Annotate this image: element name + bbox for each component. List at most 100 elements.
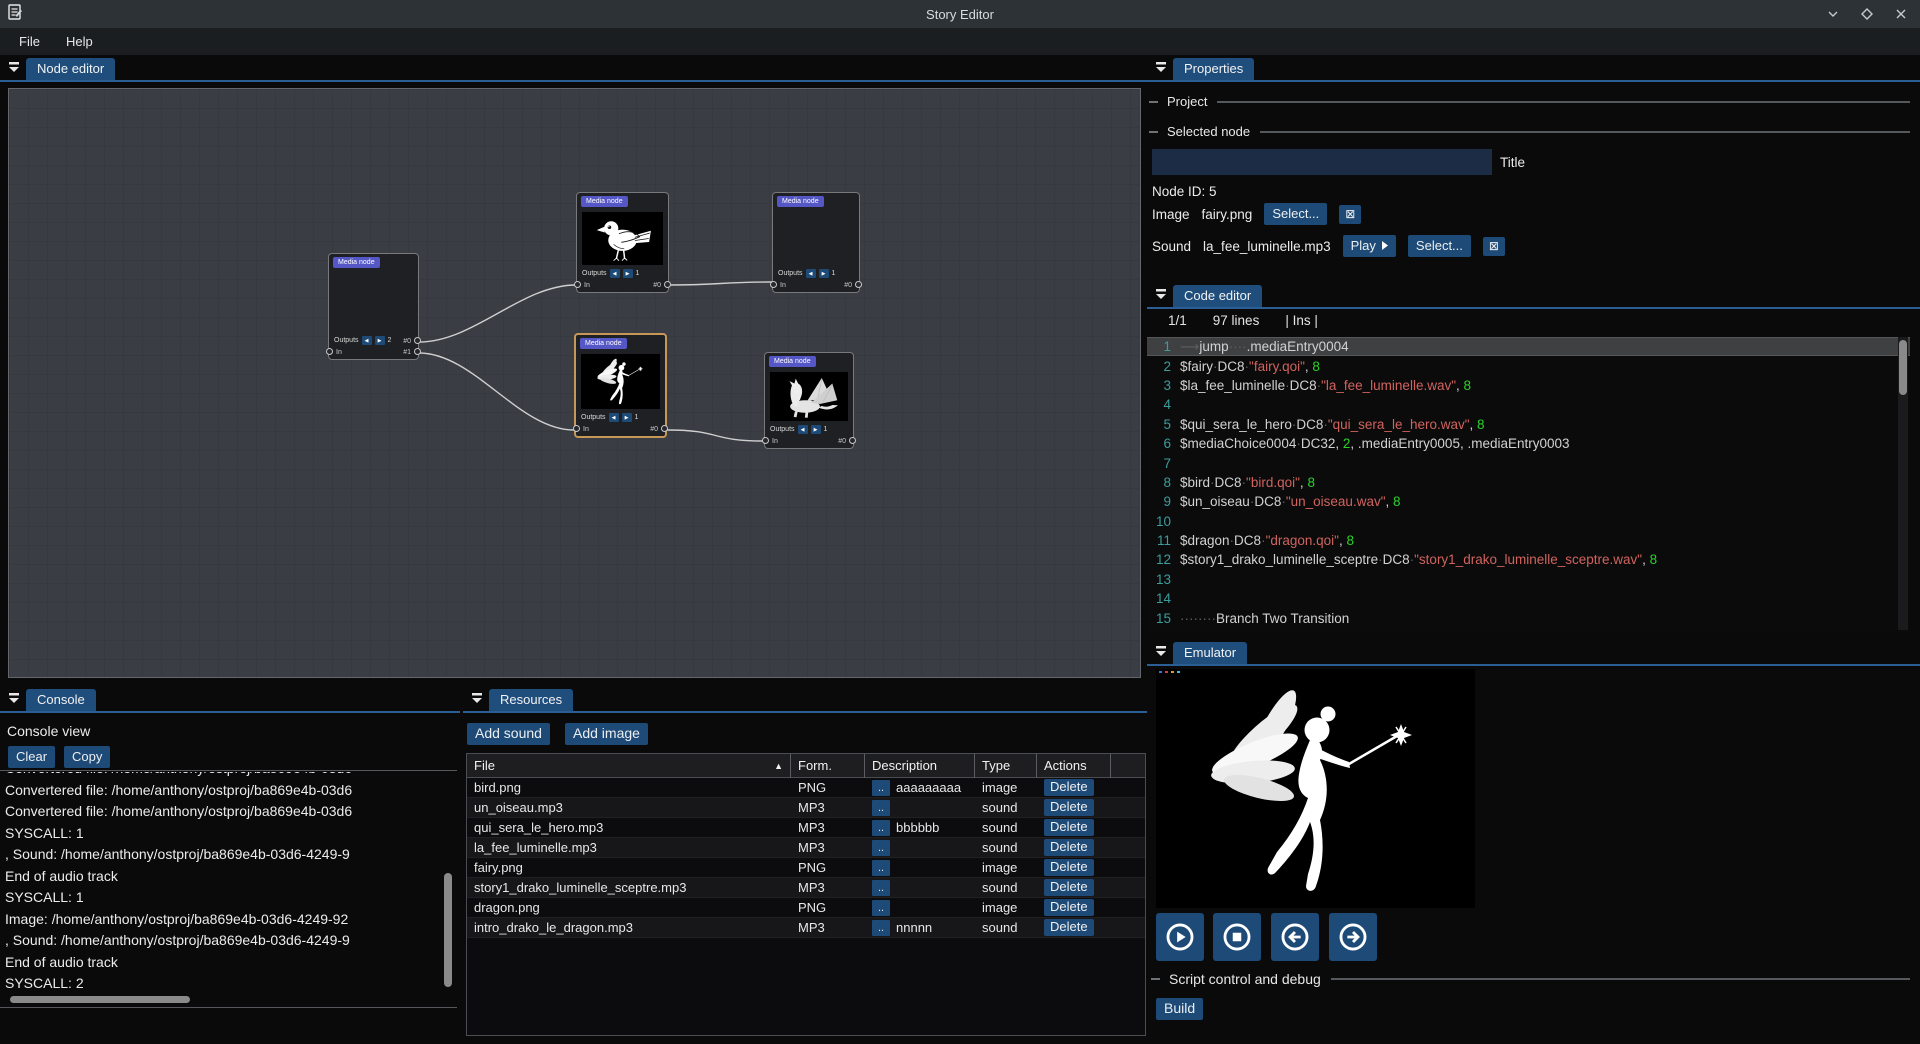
code-line[interactable]: 11$dragon·DC8·"dragon.qoi", 8: [1147, 531, 1910, 550]
add-sound-button[interactable]: Add sound: [467, 723, 550, 745]
sound-clear-button[interactable]: ⊠: [1483, 237, 1505, 256]
code-line[interactable]: 15········Branch Two Transition: [1147, 608, 1910, 627]
collapse-icon[interactable]: [1155, 645, 1167, 660]
input-port[interactable]: [770, 281, 777, 288]
input-port[interactable]: [574, 281, 581, 288]
build-button[interactable]: Build: [1156, 998, 1203, 1020]
code-line[interactable]: 8$bird·DC8·"bird.qoi", 8: [1147, 473, 1910, 492]
code-line[interactable]: 6$mediaChoice0004·DC32, 2, .mediaEntry00…: [1147, 434, 1910, 453]
code-line[interactable]: 9$un_oiseau·DC8·"un_oiseau.wav", 8: [1147, 492, 1910, 511]
close-icon[interactable]: [1892, 5, 1910, 23]
minimize-icon[interactable]: [1824, 5, 1842, 23]
table-row[interactable]: fairy.pngPNG..imageDelete: [467, 858, 1145, 878]
delete-button[interactable]: Delete: [1044, 859, 1094, 876]
emulator-stop-button[interactable]: [1213, 913, 1261, 961]
sound-select-button[interactable]: Select...: [1408, 235, 1471, 257]
table-row[interactable]: intro_drako_le_dragon.mp3MP3..nnnnnsound…: [467, 918, 1145, 938]
collapse-icon[interactable]: [1155, 288, 1167, 303]
edit-description-button[interactable]: ..: [872, 840, 890, 856]
output-port[interactable]: [849, 437, 856, 444]
edit-description-button[interactable]: ..: [872, 820, 890, 836]
input-port[interactable]: [762, 437, 769, 444]
fairy-node[interactable]: Media nodeOutputs◀▶1In#0: [574, 333, 667, 438]
tab-code-editor[interactable]: Code editor: [1173, 285, 1262, 307]
edit-description-button[interactable]: ..: [872, 780, 890, 796]
emulator-forward-button[interactable]: [1329, 913, 1377, 961]
delete-button[interactable]: Delete: [1044, 919, 1094, 936]
scrollbar-thumb[interactable]: [10, 996, 190, 1003]
menu-file[interactable]: File: [10, 31, 49, 52]
delete-button[interactable]: Delete: [1044, 819, 1094, 836]
image-clear-button[interactable]: ⊠: [1339, 205, 1361, 224]
output-port[interactable]: [414, 337, 421, 344]
table-row[interactable]: dragon.pngPNG..imageDelete: [467, 898, 1145, 918]
console-vertical-scrollbar[interactable]: [443, 773, 453, 989]
decrease-outputs-button[interactable]: ◀: [806, 269, 816, 278]
delete-button[interactable]: Delete: [1044, 839, 1094, 856]
delete-button[interactable]: Delete: [1044, 779, 1094, 796]
title-input[interactable]: [1152, 149, 1492, 175]
console-clear-button[interactable]: Clear: [8, 746, 55, 768]
code-line[interactable]: 12$story1_drako_luminelle_sceptre·DC8·"s…: [1147, 550, 1910, 569]
code-line[interactable]: 10: [1147, 512, 1910, 531]
output-port[interactable]: [414, 348, 421, 355]
edit-description-button[interactable]: ..: [872, 900, 890, 916]
tab-properties[interactable]: Properties: [1173, 58, 1254, 80]
collapse-icon[interactable]: [8, 61, 20, 76]
code-line[interactable]: 2$fairy·DC8·"fairy.qoi", 8: [1147, 356, 1910, 375]
column-format[interactable]: Form.: [791, 754, 865, 778]
collapse-icon[interactable]: [471, 692, 483, 707]
input-port[interactable]: [573, 425, 580, 432]
console-horizontal-scrollbar[interactable]: [4, 994, 434, 1004]
column-file[interactable]: File ▲: [467, 754, 791, 778]
delete-button[interactable]: Delete: [1044, 879, 1094, 896]
code-line[interactable]: 3$la_fee_luminelle·DC8·"la_fee_luminelle…: [1147, 376, 1910, 395]
menu-help[interactable]: Help: [57, 31, 102, 52]
tab-console[interactable]: Console: [26, 689, 96, 711]
increase-outputs-button[interactable]: ▶: [375, 336, 385, 345]
edit-description-button[interactable]: ..: [872, 920, 890, 936]
collapse-icon[interactable]: [8, 692, 20, 707]
sound-play-button[interactable]: Play: [1343, 235, 1396, 257]
bird-node[interactable]: Media nodeOutputs◀▶1In#0: [576, 192, 669, 293]
input-port[interactable]: [326, 348, 333, 355]
output-port[interactable]: [661, 425, 668, 432]
tab-node-editor[interactable]: Node editor: [26, 58, 115, 80]
table-row[interactable]: la_fee_luminelle.mp3MP3..soundDelete: [467, 838, 1145, 858]
decrease-outputs-button[interactable]: ◀: [362, 336, 372, 345]
decrease-outputs-button[interactable]: ◀: [610, 269, 620, 278]
increase-outputs-button[interactable]: ▶: [811, 425, 821, 434]
maximize-icon[interactable]: [1858, 5, 1876, 23]
code-editor-text[interactable]: 1⟶jump····.mediaEntry00042$fairy·DC8·"fa…: [1147, 337, 1910, 632]
code-vertical-scrollbar[interactable]: [1898, 337, 1908, 630]
increase-outputs-button[interactable]: ▶: [819, 269, 829, 278]
image-select-button[interactable]: Select...: [1264, 203, 1327, 225]
code-line[interactable]: 13: [1147, 570, 1910, 589]
scrollbar-thumb[interactable]: [444, 873, 452, 987]
table-row[interactable]: story1_drako_luminelle_sceptre.mp3MP3..s…: [467, 878, 1145, 898]
emulator-play-button[interactable]: [1156, 913, 1204, 961]
dragon-node[interactable]: Media nodeOutputs◀▶1In#0: [764, 352, 854, 449]
code-line[interactable]: 14: [1147, 589, 1910, 608]
code-line[interactable]: 4: [1147, 395, 1910, 414]
choice-node[interactable]: Media nodeOutputs◀▶2In#0#1: [328, 253, 419, 360]
edit-description-button[interactable]: ..: [872, 880, 890, 896]
column-actions[interactable]: Actions: [1037, 754, 1111, 778]
edit-description-button[interactable]: ..: [872, 800, 890, 816]
code-line[interactable]: 1⟶jump····.mediaEntry0004: [1147, 337, 1910, 356]
table-row[interactable]: bird.pngPNG..aaaaaaaaaimageDelete: [467, 778, 1145, 798]
console-copy-button[interactable]: Copy: [64, 746, 110, 768]
node-canvas[interactable]: Media nodeOutputs◀▶2In#0#1 Media nodeOutp…: [8, 88, 1141, 678]
delete-button[interactable]: Delete: [1044, 799, 1094, 816]
tab-emulator[interactable]: Emulator: [1173, 642, 1247, 664]
decrease-outputs-button[interactable]: ◀: [609, 413, 619, 422]
table-row[interactable]: un_oiseau.mp3MP3..soundDelete: [467, 798, 1145, 818]
decrease-outputs-button[interactable]: ◀: [798, 425, 808, 434]
column-description[interactable]: Description: [865, 754, 975, 778]
emulator-back-button[interactable]: [1271, 913, 1319, 961]
column-type[interactable]: Type: [975, 754, 1037, 778]
increase-outputs-button[interactable]: ▶: [622, 413, 632, 422]
tab-resources[interactable]: Resources: [489, 689, 573, 711]
code-line[interactable]: 5$qui_sera_le_hero·DC8·"qui_sera_le_hero…: [1147, 415, 1910, 434]
collapse-icon[interactable]: [1155, 61, 1167, 76]
